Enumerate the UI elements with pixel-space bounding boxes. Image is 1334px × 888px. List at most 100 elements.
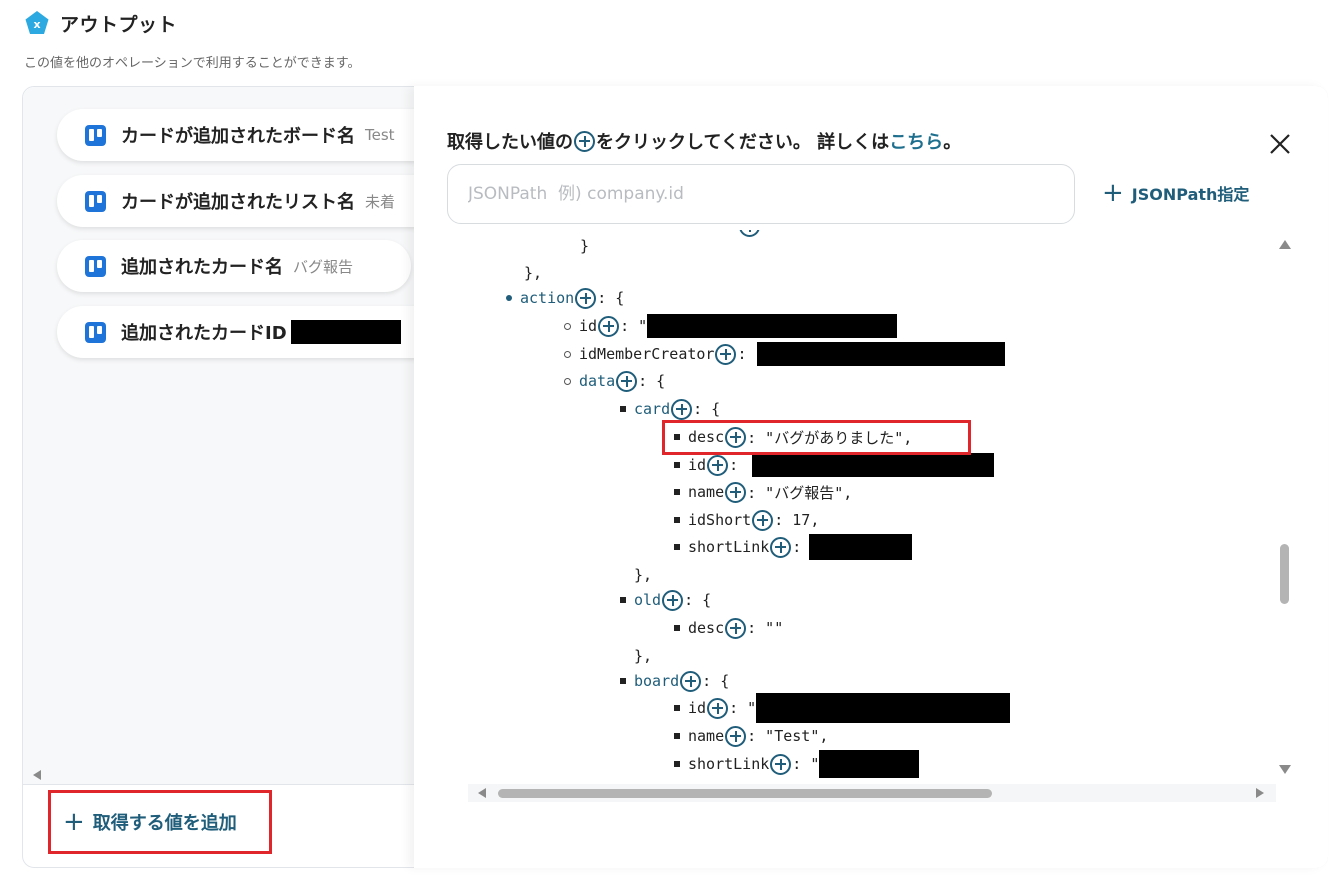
tree-node-board-name: name : "Test", [674,724,828,748]
tree-value: : "バグ報告", [747,483,853,502]
json-tree: } }, action : { id : " idMemberCreator :… [448,230,1270,778]
tree-key: old [634,591,662,609]
add-circle-icon[interactable] [752,509,774,531]
tree-key: id [579,317,598,335]
close-icon[interactable] [1266,130,1294,158]
tree-node-card: card : { [620,397,720,421]
add-circle-icon[interactable] [739,230,760,237]
add-circle-icon[interactable] [770,536,792,558]
tree-key: idMemberCreator [579,345,715,363]
redacted-value [647,314,898,338]
plus-icon: + [63,807,85,837]
tree-key: id [688,456,707,474]
vertical-scrollbar[interactable] [1276,238,1294,778]
tree-key: data [579,372,616,390]
scroll-up-icon[interactable] [1279,240,1291,249]
output-item-list-name[interactable]: カードが追加されたリスト名 未着 [57,175,415,227]
tree-node-card-name: name : "バグ報告", [674,480,852,504]
bullet [620,678,626,684]
tree-node-old: old : { [620,588,711,612]
redacted-value [756,693,1011,723]
bullet [564,377,571,385]
tree-value: : "Test", [747,727,829,745]
jsonpath-specify-label: JSONPath指定 [1131,185,1250,204]
trello-icon [85,255,106,277]
output-item-label: 追加されたカードID [121,323,287,344]
tree-node-card-shortLink: shortLink : [674,534,913,560]
highlight-box [662,420,971,455]
tree-value: : "" [747,619,784,637]
scroll-left-icon[interactable] [33,770,41,780]
output-item-label: 追加されたカード名 [121,257,283,278]
tree-node-card-idShort: idShort : 17, [674,508,819,532]
output-item-value: Test [365,126,395,144]
divider [23,784,415,785]
output-item-card-name[interactable]: 追加されたカード名 バグ報告 [57,240,411,292]
plus-icon: + [1102,178,1124,208]
tree-close-brace: }, [634,566,653,584]
add-circle-icon[interactable] [598,315,620,337]
bullet [564,350,571,358]
horizontal-scrollbar[interactable] [468,784,1276,802]
add-circle-icon[interactable] [725,617,747,639]
tree-node-board: board : { [620,669,729,693]
output-item-card-id[interactable]: 追加されたカードID [57,306,415,358]
trello-icon [85,321,106,343]
tree-key: desc [688,619,725,637]
bullet [564,322,571,330]
redacted-value [809,534,913,560]
redacted-value [752,453,995,477]
add-circle-icon[interactable] [575,287,597,309]
scroll-left-icon[interactable] [478,788,486,798]
add-circle-icon[interactable] [715,343,737,365]
tree-key: name [688,727,725,745]
add-circle-icon[interactable] [671,398,693,420]
add-value-button[interactable]: + 取得する値を追加 [48,790,272,854]
jsonpath-search-input[interactable] [447,164,1075,224]
add-circle-icon[interactable] [707,454,729,476]
output-item-label: カードが追加されたボード名 [121,126,355,147]
add-circle-icon[interactable] [616,370,638,392]
scrollbar-thumb[interactable] [1280,544,1289,604]
output-item-value: 未着 [365,192,396,211]
tree-key: action [520,289,575,307]
instruction-text: をクリックしてください。 詳しくは [596,132,890,153]
bullet [674,733,680,739]
output-item-board-name[interactable]: カードが追加されたボード名 Test [57,109,415,161]
add-value-label: 取得する値を追加 [92,813,237,834]
add-circle-icon[interactable] [770,753,792,775]
bullet [674,517,680,523]
bullet [674,625,680,631]
output-item-value: バグ報告 [293,257,354,276]
instruction-text: 取得したい値の [447,132,573,153]
instruction-text: 。 [943,132,962,153]
add-circle-icon[interactable] [662,589,684,611]
tree-node-board-id: id : " [674,693,1011,723]
horizontal-scrollbar[interactable] [23,766,415,784]
bullet [674,544,680,550]
bullet [674,705,680,711]
add-circle-icon[interactable] [707,697,729,719]
trello-icon [85,190,106,212]
scroll-right-icon[interactable] [1256,788,1264,798]
bullet [674,462,680,468]
tree-key: shortLink [688,755,770,773]
tree-node-action: action : { [506,286,624,310]
scroll-down-icon[interactable] [1279,765,1291,774]
tree-node-board-shortLink: shortLink : " [674,750,920,778]
tree-node-idMemberCreator: idMemberCreator : [564,342,1005,366]
output-list: カードが追加されたボード名 Test カードが追加されたリスト名 未着 追加され… [23,87,415,784]
tree-node-action-id: id : " [564,314,898,338]
add-circle-icon[interactable] [725,481,747,503]
tree-node-data: data : { [564,369,665,393]
output-header: x アウトプット [24,10,177,36]
bullet [506,295,512,301]
redacted-value [290,320,401,344]
add-circle-icon[interactable] [725,725,747,747]
bullet [620,597,626,603]
bullet [620,406,626,412]
scrollbar-thumb[interactable] [498,789,992,798]
jsonpath-specify-button[interactable]: + JSONPath指定 [1102,180,1249,206]
help-link[interactable]: こちら [889,128,943,154]
add-circle-icon[interactable] [680,670,702,692]
